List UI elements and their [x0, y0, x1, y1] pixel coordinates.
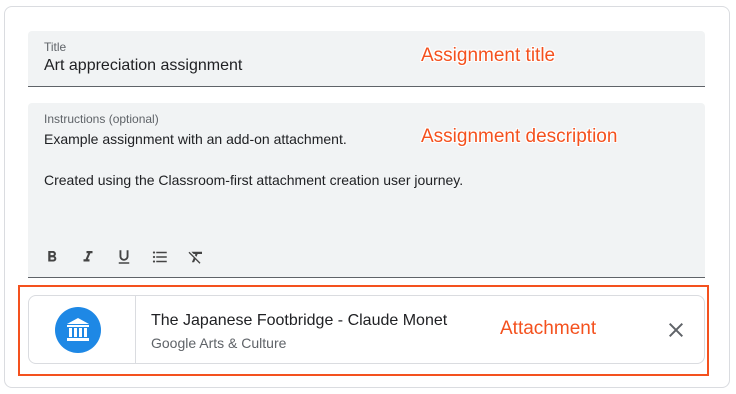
underline-button[interactable]	[106, 245, 142, 269]
bulleted-list-button[interactable]	[142, 245, 178, 269]
bulleted-list-icon	[152, 251, 167, 263]
title-field[interactable]: Title Art appreciation assignment	[28, 31, 705, 87]
title-value[interactable]: Art appreciation assignment	[44, 57, 242, 75]
annotation-title: Assignment title	[421, 45, 556, 66]
italic-icon	[83, 251, 93, 262]
annotation-description: Assignment description	[421, 126, 618, 147]
underline-icon	[118, 250, 130, 264]
clear-formatting-button[interactable]	[178, 245, 214, 269]
bold-button[interactable]	[34, 245, 70, 269]
clear-formatting-icon	[188, 251, 202, 264]
title-label: Title	[44, 40, 67, 54]
italic-button[interactable]	[70, 245, 106, 269]
attachment-highlight-box	[18, 285, 709, 376]
bold-icon	[48, 251, 57, 262]
formatting-toolbar	[34, 245, 214, 269]
annotation-attachment: Attachment	[500, 318, 597, 339]
instructions-label: Instructions (optional)	[44, 112, 159, 126]
